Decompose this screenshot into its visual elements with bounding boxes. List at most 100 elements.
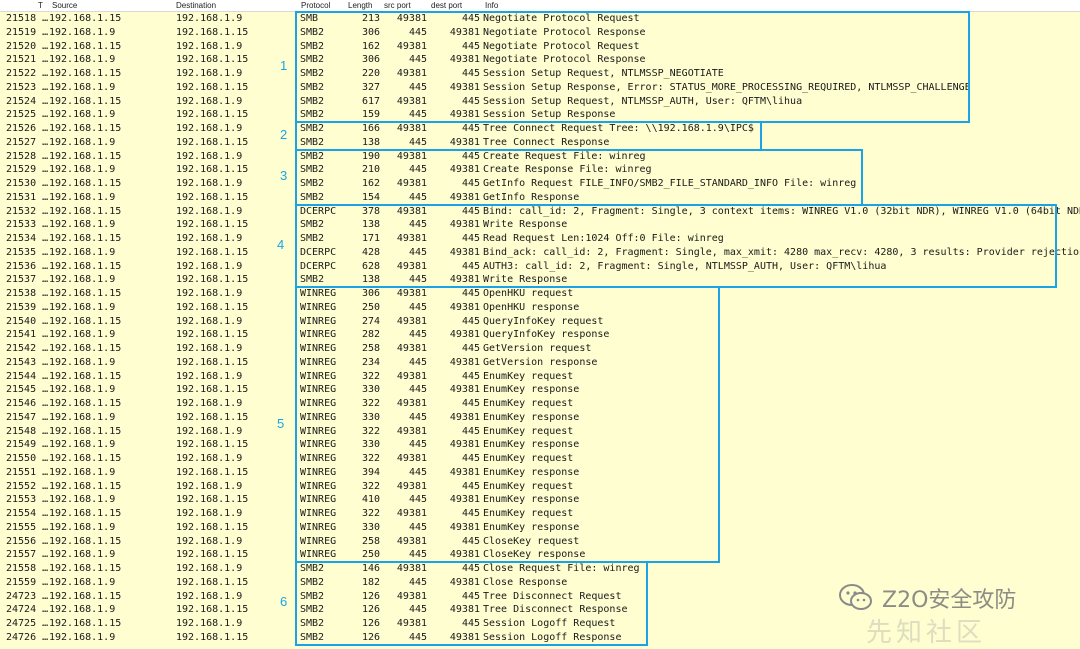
table-row[interactable]: 21557 … 192.168.1.9 192.168.1.15 WINREG 250 4… (0, 548, 1080, 562)
table-row[interactable]: 21549 … 192.168.1.9 192.168.1.15 WINREG 330 4… (0, 438, 1080, 452)
packet-info: Session Setup Request, NTLMSSP_NEGOTIATE (483, 68, 724, 79)
packet-dest-port: 445 (461, 425, 480, 437)
packet-info: EnumKey response (483, 384, 580, 396)
table-row[interactable]: 21546 … 192.168.1.15 192.168.1.9 WINREG 322 4… (0, 397, 1080, 411)
col-source[interactable]: Source (52, 0, 77, 11)
packet-destination: 192.168.1.9 (176, 95, 243, 107)
col-info[interactable]: Info (485, 0, 498, 11)
col-length[interactable]: Length (348, 0, 372, 11)
table-row[interactable]: 21523 … 192.168.1.9 192.168.1.15 SMB2 327 445… (0, 81, 1080, 95)
packet-length: 410 (361, 494, 380, 506)
table-row[interactable]: 21537 … 192.168.1.9 192.168.1.15 SMB2 138 445… (0, 273, 1080, 287)
table-row[interactable]: 21551 … 192.168.1.9 192.168.1.15 WINREG 394 4… (0, 466, 1080, 480)
packet-length: 213 (361, 13, 380, 24)
packet-no: 21531 … (6, 191, 49, 203)
packet-source: 192.168.1.15 (49, 535, 122, 547)
table-row[interactable]: 21519 … 192.168.1.9 192.168.1.15 SMB2 306 445… (0, 26, 1080, 40)
packet-protocol: WINREG (300, 315, 337, 327)
table-row[interactable]: 21527 … 192.168.1.9 192.168.1.15 SMB2 138 445… (0, 136, 1080, 150)
table-row[interactable]: 21533 … 192.168.1.9 192.168.1.15 SMB2 138 445… (0, 218, 1080, 232)
packet-info: EnumKey request (483, 480, 574, 492)
packet-length: 162 (361, 178, 380, 189)
packet-src-port: 445 (408, 356, 427, 368)
packet-info: GetInfo Request FILE_INFO/SMB2_FILE_STAN… (483, 178, 857, 189)
packet-destination: 192.168.1.9 (176, 315, 243, 327)
col-src-port[interactable]: src port (384, 0, 411, 11)
packet-destination: 192.168.1.9 (176, 205, 243, 217)
packet-info: GetVersion response (483, 356, 598, 368)
packet-length: 258 (361, 535, 380, 547)
packet-destination: 192.168.1.9 (176, 618, 243, 629)
packet-length: 138 (361, 219, 380, 231)
packet-dest-port: 445 (461, 453, 480, 464)
table-row[interactable]: 21550 … 192.168.1.15 192.168.1.9 WINREG 322 4… (0, 452, 1080, 466)
packet-destination: 192.168.1.15 (176, 439, 249, 451)
packet-length: 628 (361, 260, 380, 272)
table-row[interactable]: 21532 … 192.168.1.15 192.168.1.9 DCERPC 378 4… (0, 205, 1080, 219)
packet-src-port: 49381 (396, 288, 427, 299)
packet-src-port: 445 (408, 411, 427, 423)
packet-info: OpenHKU request (483, 288, 574, 299)
col-no[interactable]: T (38, 0, 43, 11)
packet-info: Write Response (483, 274, 568, 286)
table-row[interactable]: 21524 … 192.168.1.15 192.168.1.9 SMB2 617 493… (0, 95, 1080, 109)
table-row[interactable]: 21520 … 192.168.1.15 192.168.1.9 SMB2 162 493… (0, 40, 1080, 54)
table-row[interactable]: 21539 … 192.168.1.9 192.168.1.15 WINREG 250 4… (0, 301, 1080, 315)
packet-dest-port: 445 (461, 508, 480, 519)
table-row[interactable]: 21525 … 192.168.1.9 192.168.1.15 SMB2 159 445… (0, 108, 1080, 122)
col-dest-port[interactable]: dest port (431, 0, 462, 11)
table-row[interactable]: 21552 … 192.168.1.15 192.168.1.9 WINREG 322 4… (0, 480, 1080, 494)
packet-info: EnumKey response (483, 494, 580, 506)
table-row[interactable]: 21553 … 192.168.1.9 192.168.1.15 WINREG 410 4… (0, 493, 1080, 507)
table-row[interactable]: 21558 … 192.168.1.15 192.168.1.9 SMB2 146 493… (0, 562, 1080, 576)
table-row[interactable]: 21554 … 192.168.1.15 192.168.1.9 WINREG 322 4… (0, 507, 1080, 521)
table-row[interactable]: 21538 … 192.168.1.15 192.168.1.9 WINREG 306 4… (0, 287, 1080, 301)
table-row[interactable]: 21529 … 192.168.1.9 192.168.1.15 SMB2 210 445… (0, 163, 1080, 177)
table-row[interactable]: 21522 … 192.168.1.15 192.168.1.9 SMB2 220 493… (0, 67, 1080, 81)
table-row[interactable]: 21518 … 192.168.1.15 192.168.1.9 SMB 213 4938… (0, 12, 1080, 26)
table-row[interactable]: 21545 … 192.168.1.9 192.168.1.15 WINREG 330 4… (0, 383, 1080, 397)
packet-no: 21525 … (6, 109, 49, 121)
packet-no: 21538 … (6, 288, 49, 299)
col-destination[interactable]: Destination (176, 0, 216, 11)
packet-length: 306 (361, 26, 380, 38)
packet-source: 192.168.1.15 (49, 453, 122, 464)
packet-source: 192.168.1.9 (49, 109, 116, 121)
packet-no: 24725 … (6, 618, 49, 629)
table-row[interactable]: 21528 … 192.168.1.15 192.168.1.9 SMB2 190 493… (0, 150, 1080, 164)
table-row[interactable]: 21548 … 192.168.1.15 192.168.1.9 WINREG 322 4… (0, 425, 1080, 439)
column-header: T Source Destination Protocol Length src… (0, 0, 1080, 12)
table-row[interactable]: 21531 … 192.168.1.9 192.168.1.15 SMB2 154 445… (0, 191, 1080, 205)
packet-info: EnumKey response (483, 521, 580, 533)
packet-length: 322 (361, 398, 380, 409)
table-row[interactable]: 21536 … 192.168.1.15 192.168.1.9 DCERPC 628 4… (0, 260, 1080, 274)
table-row[interactable]: 21544 … 192.168.1.15 192.168.1.9 WINREG 322 4… (0, 370, 1080, 384)
table-row[interactable]: 21526 … 192.168.1.15 192.168.1.9 SMB2 166 493… (0, 122, 1080, 136)
packet-info: EnumKey response (483, 411, 580, 423)
table-row[interactable]: 21543 … 192.168.1.9 192.168.1.15 WINREG 234 4… (0, 356, 1080, 370)
packet-protocol: SMB2 (300, 26, 325, 38)
col-protocol[interactable]: Protocol (301, 0, 330, 11)
table-row[interactable]: 21541 … 192.168.1.9 192.168.1.15 WINREG 282 4… (0, 328, 1080, 342)
annotation-label-4: 4 (277, 236, 285, 252)
packet-destination: 192.168.1.9 (176, 508, 243, 519)
table-row[interactable]: 21555 … 192.168.1.9 192.168.1.15 WINREG 330 4… (0, 521, 1080, 535)
table-row[interactable]: 21521 … 192.168.1.9 192.168.1.15 SMB2 306 445… (0, 53, 1080, 67)
table-row[interactable]: 21540 … 192.168.1.15 192.168.1.9 WINREG 274 4… (0, 315, 1080, 329)
packet-src-port: 49381 (396, 343, 427, 354)
table-row[interactable]: 21535 … 192.168.1.9 192.168.1.15 DCERPC 428 4… (0, 246, 1080, 260)
packet-destination: 192.168.1.9 (176, 480, 243, 492)
table-row[interactable]: 21530 … 192.168.1.15 192.168.1.9 SMB2 162 493… (0, 177, 1080, 191)
table-row[interactable]: 21542 … 192.168.1.15 192.168.1.9 WINREG 258 4… (0, 342, 1080, 356)
table-row[interactable]: 21534 … 192.168.1.15 192.168.1.9 SMB2 171 493… (0, 232, 1080, 246)
packet-destination: 192.168.1.15 (176, 164, 249, 176)
packet-source: 192.168.1.9 (49, 246, 116, 258)
packet-source: 192.168.1.9 (49, 384, 116, 396)
table-row[interactable]: 21547 … 192.168.1.9 192.168.1.15 WINREG 330 4… (0, 411, 1080, 425)
packet-source: 192.168.1.15 (49, 370, 122, 382)
packet-source: 192.168.1.15 (49, 425, 122, 437)
table-row[interactable]: 21556 … 192.168.1.15 192.168.1.9 WINREG 258 4… (0, 535, 1080, 549)
packet-source: 192.168.1.9 (49, 329, 116, 341)
packet-protocol: SMB2 (300, 68, 325, 79)
packet-dest-port: 445 (461, 68, 480, 79)
